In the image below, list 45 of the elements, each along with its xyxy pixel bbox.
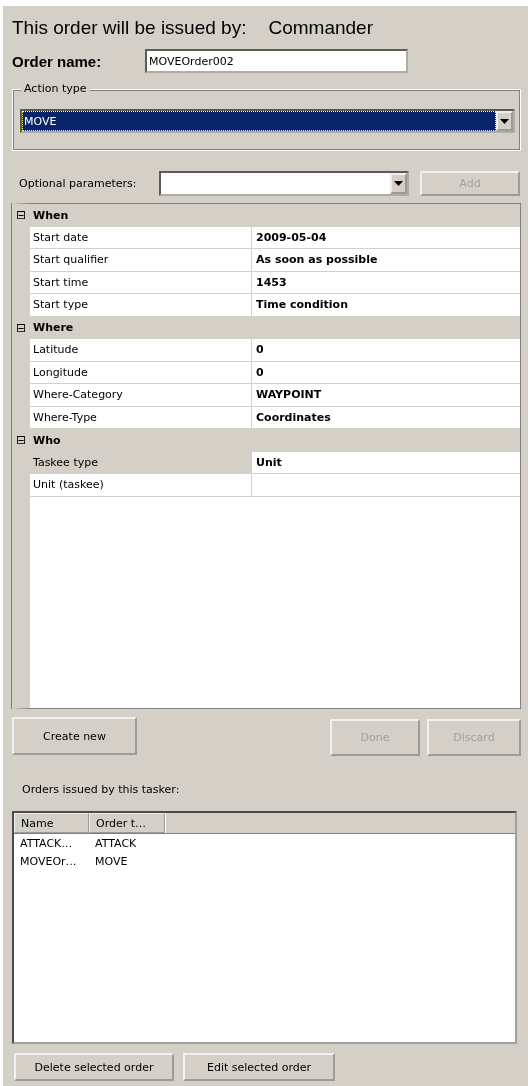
caret-icon (394, 181, 403, 186)
collapse-icon[interactable]: ⊟ (12, 320, 30, 335)
button[interactable]: Delete selected order (14, 1053, 174, 1081)
action-type-dropdown[interactable]: MOVE (20, 109, 515, 133)
category-label: Where (32, 321, 74, 335)
list-cell[interactable]: MOVEOr… (14, 854, 89, 868)
property-value[interactable]: 2009-05-04 (252, 226, 520, 249)
property-value[interactable]: As soon as possible (252, 249, 520, 272)
button[interactable]: Edit selected order (183, 1053, 335, 1081)
collapse-icon[interactable]: ⊟ (12, 208, 30, 223)
property-name[interactable]: Latitude (30, 339, 252, 362)
property-name[interactable]: Start qualifier (30, 249, 252, 272)
property-value[interactable]: Time condition (252, 294, 520, 317)
property-value[interactable]: WAYPOINT (252, 384, 520, 407)
property-name[interactable]: Start time (30, 271, 252, 294)
property-value[interactable]: 0 (252, 361, 520, 384)
issuer-name: Commander (268, 17, 373, 39)
field-label: Optional parameters: (18, 177, 138, 190)
category-label: When (32, 208, 69, 222)
optional-parameters-dropdown[interactable] (159, 171, 409, 196)
property-value[interactable]: 0 (252, 339, 520, 362)
property-value[interactable]: Unit (252, 451, 520, 474)
list-cell[interactable]: MOVE (89, 854, 165, 868)
field-label: Order name: (12, 52, 103, 70)
group-label: Action type (21, 82, 90, 95)
list-label: Orders issued by this tasker: (21, 783, 181, 797)
caret-icon (500, 118, 509, 124)
property-value[interactable]: 1453 (252, 271, 520, 294)
list-cell[interactable]: ATTACK… (14, 836, 89, 850)
dropdown-arrow-button[interactable] (390, 173, 407, 194)
list-cell[interactable]: ATTACK (89, 836, 165, 850)
property-name[interactable]: Start type (30, 294, 252, 317)
dropdown-arrow-button[interactable] (496, 111, 513, 131)
column-header[interactable]: Order t… (89, 813, 165, 833)
collapse-icon[interactable]: ⊟ (12, 433, 30, 448)
button[interactable]: Create new (12, 717, 137, 755)
order-name-field[interactable]: MOVEOrder002 (145, 49, 408, 73)
category-label: Who (32, 433, 61, 447)
property-name[interactable]: Start date (30, 226, 252, 249)
property-name[interactable]: Where-Category (30, 384, 252, 407)
issuer-label: This order will be issued by: (12, 17, 247, 39)
column-header[interactable]: Name (14, 813, 89, 833)
property-name[interactable]: Taskee type (30, 451, 252, 474)
property-name[interactable]: Unit (taskee) (30, 474, 252, 497)
property-name[interactable]: Longitude (30, 361, 252, 384)
